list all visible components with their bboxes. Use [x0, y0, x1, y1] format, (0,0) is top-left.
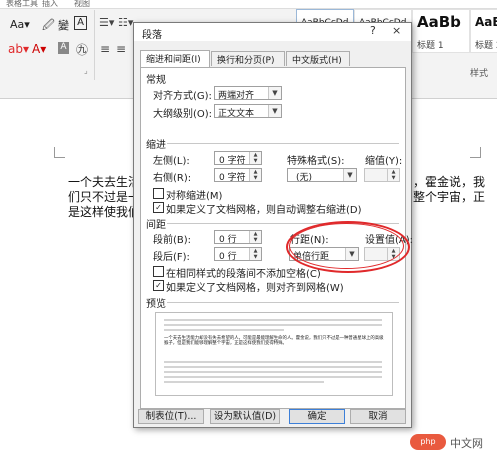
space-after-spinner[interactable]: 0 行 ▲ ▼: [214, 247, 262, 262]
spinner-arrows-icon[interactable]: ▲ ▼: [249, 169, 261, 181]
indent-right-label: 右侧(R):: [153, 173, 192, 184]
no-space-same-style-checkbox[interactable]: [153, 266, 164, 277]
phonetic-guide-icon[interactable]: 變: [58, 17, 69, 33]
highlight-color-icon[interactable]: ab▾: [8, 42, 29, 56]
preview-next-line: [164, 361, 382, 363]
general-section-header: 常规: [146, 75, 166, 86]
bullets-icon[interactable]: ☰▾: [99, 16, 114, 29]
doc-line-2-right: 整个宇宙，正: [413, 190, 486, 204]
change-case-button[interactable]: Aa▾: [10, 18, 30, 31]
group-divider: [94, 10, 95, 80]
auto-right-indent-label: 如果定义了文档网格，则自动调整右缩进(D): [166, 205, 362, 216]
space-before-label: 段前(B):: [153, 235, 192, 246]
special-indent-label: 特殊格式(S):: [287, 156, 345, 167]
menu-item-view[interactable]: 视图: [74, 0, 90, 8]
preview-prev-line: [164, 329, 284, 331]
preview-box: 一个夫去生活能力却没有失去希望的人，可能是最能理解生命的人。霍金说，我们只不过是…: [155, 312, 393, 396]
annotation-oval-inner: [289, 223, 404, 269]
highlight-icon[interactable]: 🖉: [42, 16, 55, 37]
preview-next-line: [164, 371, 382, 373]
style-heading-2[interactable]: AaBbC 标题 2: [470, 9, 497, 53]
char-shading-icon[interactable]: A: [58, 42, 69, 54]
set-default-button[interactable]: 设为默认值(D): [210, 409, 280, 424]
menu-item-table-tools[interactable]: 表格工具: [6, 0, 38, 8]
indent-section-header: 缩进: [146, 140, 166, 151]
align-center-icon[interactable]: ≡: [116, 42, 126, 56]
spinner-arrows-icon[interactable]: ▲ ▼: [249, 152, 261, 164]
indent-right-spinner[interactable]: 0 字符 ▲ ▼: [214, 168, 262, 183]
indent-by-spinner[interactable]: ▲ ▼: [364, 168, 400, 182]
space-after-label: 段后(F):: [153, 252, 190, 263]
font-color-icon[interactable]: A▾: [32, 42, 46, 56]
watermark: php 中文网: [410, 432, 490, 454]
spinner-arrows-icon[interactable]: ▲ ▼: [249, 231, 261, 243]
alignment-select[interactable]: 两端对齐 ▼: [214, 86, 282, 101]
watermark-text: 中文网: [450, 437, 483, 450]
menu-item-insert[interactable]: 插入: [42, 0, 58, 8]
snap-to-grid-label: 如果定义了文档网格，则对齐到网格(W): [166, 283, 344, 294]
preview-next-line: [164, 366, 382, 368]
ok-button[interactable]: 确定: [289, 409, 345, 424]
margin-marker-right: [470, 147, 481, 158]
chevron-down-icon: ▼: [268, 105, 281, 117]
mirror-indent-checkbox[interactable]: [153, 188, 164, 199]
section-divider: [167, 302, 399, 303]
preview-section-header: 预览: [146, 299, 166, 310]
style-heading-1[interactable]: AaBb 标题 1: [412, 9, 470, 53]
snap-to-grid-checkbox[interactable]: ✓: [153, 280, 164, 291]
enclose-char-icon[interactable]: ㊈: [76, 41, 88, 58]
spinner-arrows-icon[interactable]: ▲ ▼: [249, 248, 261, 260]
spacing-section-header: 间距: [146, 220, 166, 231]
section-divider: [167, 143, 399, 144]
indent-by-label: 缩值(Y):: [365, 156, 403, 167]
auto-right-indent-checkbox[interactable]: ✓: [153, 202, 164, 213]
special-indent-select[interactable]: (无) ▼: [287, 168, 357, 183]
preview-next-line: [164, 381, 324, 383]
cancel-button[interactable]: 取消: [350, 409, 406, 424]
char-border-icon[interactable]: A: [74, 16, 87, 30]
menu-bar: 表格工具 插入 视图: [0, 0, 497, 9]
indent-left-label: 左侧(L):: [153, 156, 190, 167]
no-space-same-style-label: 在相同样式的段落间不添加空格(C): [166, 269, 321, 280]
php-logo: php: [410, 434, 446, 450]
tab-asian-typography[interactable]: 中文版式(H): [286, 51, 350, 66]
dialog-title: 段落: [142, 30, 162, 41]
indent-left-spinner[interactable]: 0 字符 ▲ ▼: [214, 151, 262, 166]
spinner-arrows-icon[interactable]: ▲ ▼: [387, 169, 399, 181]
preview-sample-text: 一个夫去生活能力却没有失去希望的人，可能是最能理解生命的人。霍金说，我们只不过是…: [164, 336, 384, 346]
alignment-label: 对齐方式(G):: [153, 91, 212, 102]
margin-marker: [54, 147, 65, 158]
preview-prev-line: [164, 319, 382, 321]
font-dialog-launcher-icon[interactable]: ⌟: [84, 66, 88, 75]
outline-level-label: 大纲级别(O):: [153, 109, 213, 120]
close-button[interactable]: ×: [392, 24, 401, 37]
chevron-down-icon: ▼: [343, 169, 356, 181]
preview-next-line: [164, 376, 382, 378]
dialog-titlebar[interactable]: 段落 ? ×: [134, 23, 411, 41]
space-before-spinner[interactable]: 0 行 ▲ ▼: [214, 230, 262, 245]
chevron-down-icon: ▼: [268, 87, 281, 99]
styles-group-label: 样式: [470, 69, 489, 79]
tab-indents-spacing[interactable]: 缩进和间距(I): [140, 50, 210, 67]
align-left-icon[interactable]: ≡: [100, 42, 110, 56]
tabs-button[interactable]: 制表位(T)...: [138, 409, 204, 424]
tab-line-page-breaks[interactable]: 换行和分页(P): [211, 51, 285, 66]
outline-level-select[interactable]: 正文文本 ▼: [214, 104, 282, 119]
help-button[interactable]: ?: [370, 24, 376, 37]
mirror-indent-label: 对称缩进(M): [166, 191, 223, 202]
numbering-icon[interactable]: ☷▾: [118, 16, 133, 29]
preview-prev-line: [164, 324, 382, 326]
